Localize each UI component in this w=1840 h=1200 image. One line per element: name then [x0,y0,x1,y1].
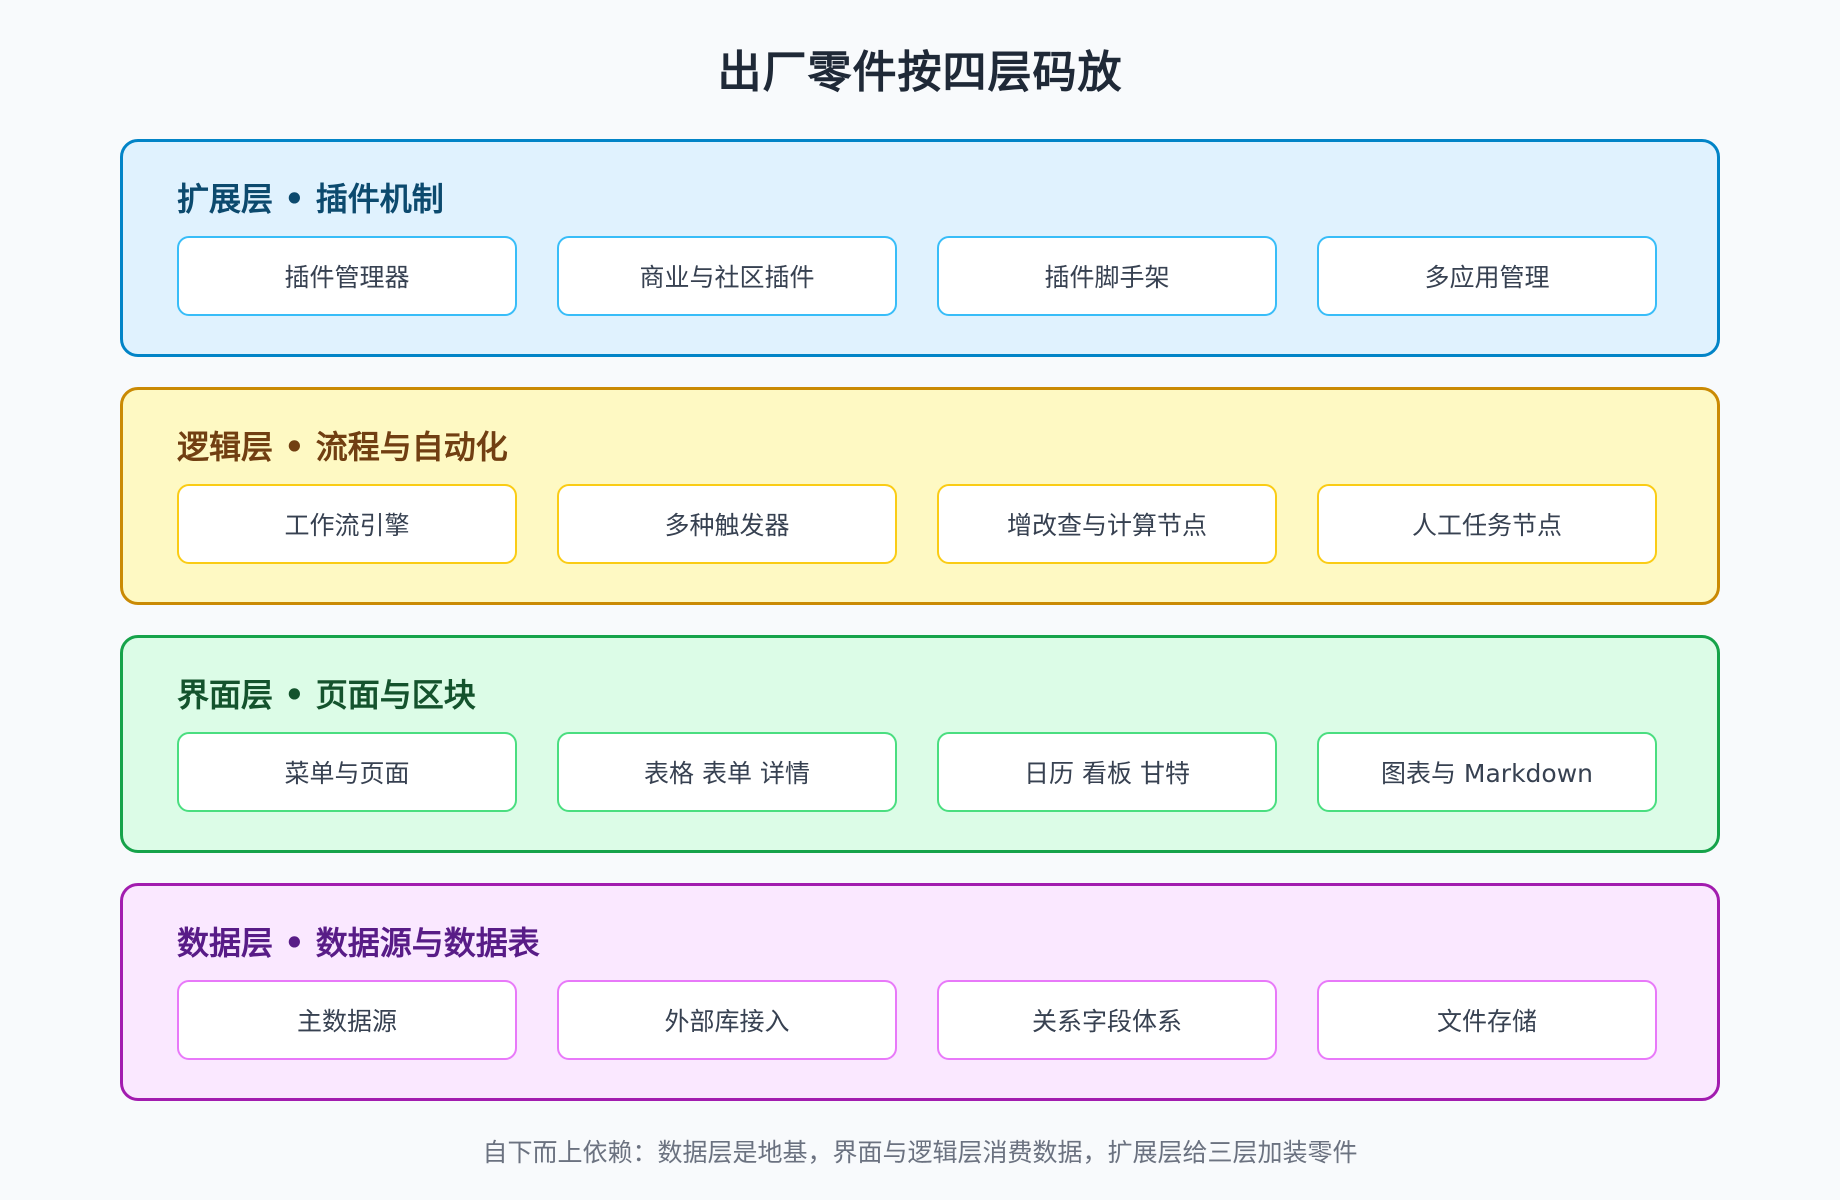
component-list: 插件管理器 商业与社区插件 插件脚手架 多应用管理 [177,236,1665,316]
component-list: 工作流引擎 多种触发器 增改查与计算节点 人工任务节点 [177,484,1665,564]
layer-interface: 界面层 • 页面与区块 菜单与页面 表格 表单 详情 日历 看板 甘特 图表与 … [120,635,1720,853]
layer-title: 数据层 • 数据源与数据表 [177,924,540,962]
component-card: 主数据源 [177,980,517,1060]
component-card: 插件管理器 [177,236,517,316]
component-card: 日历 看板 甘特 [937,732,1277,812]
component-card: 商业与社区插件 [557,236,897,316]
component-card: 增改查与计算节点 [937,484,1277,564]
component-card: 表格 表单 详情 [557,732,897,812]
component-card: 外部库接入 [557,980,897,1060]
layer-data: 数据层 • 数据源与数据表 主数据源 外部库接入 关系字段体系 文件存储 [120,883,1720,1101]
page-title: 出厂零件按四层码放 [717,47,1123,98]
component-card: 文件存储 [1317,980,1657,1060]
component-card: 插件脚手架 [937,236,1277,316]
component-card: 工作流引擎 [177,484,517,564]
layer-title: 扩展层 • 插件机制 [177,180,444,218]
component-list: 菜单与页面 表格 表单 详情 日历 看板 甘特 图表与 Markdown [177,732,1665,812]
layer-title: 逻辑层 • 流程与自动化 [177,428,508,466]
component-list: 主数据源 外部库接入 关系字段体系 文件存储 [177,980,1665,1060]
layer-extension: 扩展层 • 插件机制 插件管理器 商业与社区插件 插件脚手架 多应用管理 [120,139,1720,357]
component-card: 多应用管理 [1317,236,1657,316]
component-card: 图表与 Markdown [1317,732,1657,812]
layer-logic: 逻辑层 • 流程与自动化 工作流引擎 多种触发器 增改查与计算节点 人工任务节点 [120,387,1720,605]
component-card: 关系字段体系 [937,980,1277,1060]
footnote: 自下而上依赖：数据层是地基，界面与逻辑层消费数据，扩展层给三层加装零件 [482,1138,1358,1167]
component-card: 人工任务节点 [1317,484,1657,564]
component-card: 多种触发器 [557,484,897,564]
component-card: 菜单与页面 [177,732,517,812]
layer-title: 界面层 • 页面与区块 [177,676,476,714]
